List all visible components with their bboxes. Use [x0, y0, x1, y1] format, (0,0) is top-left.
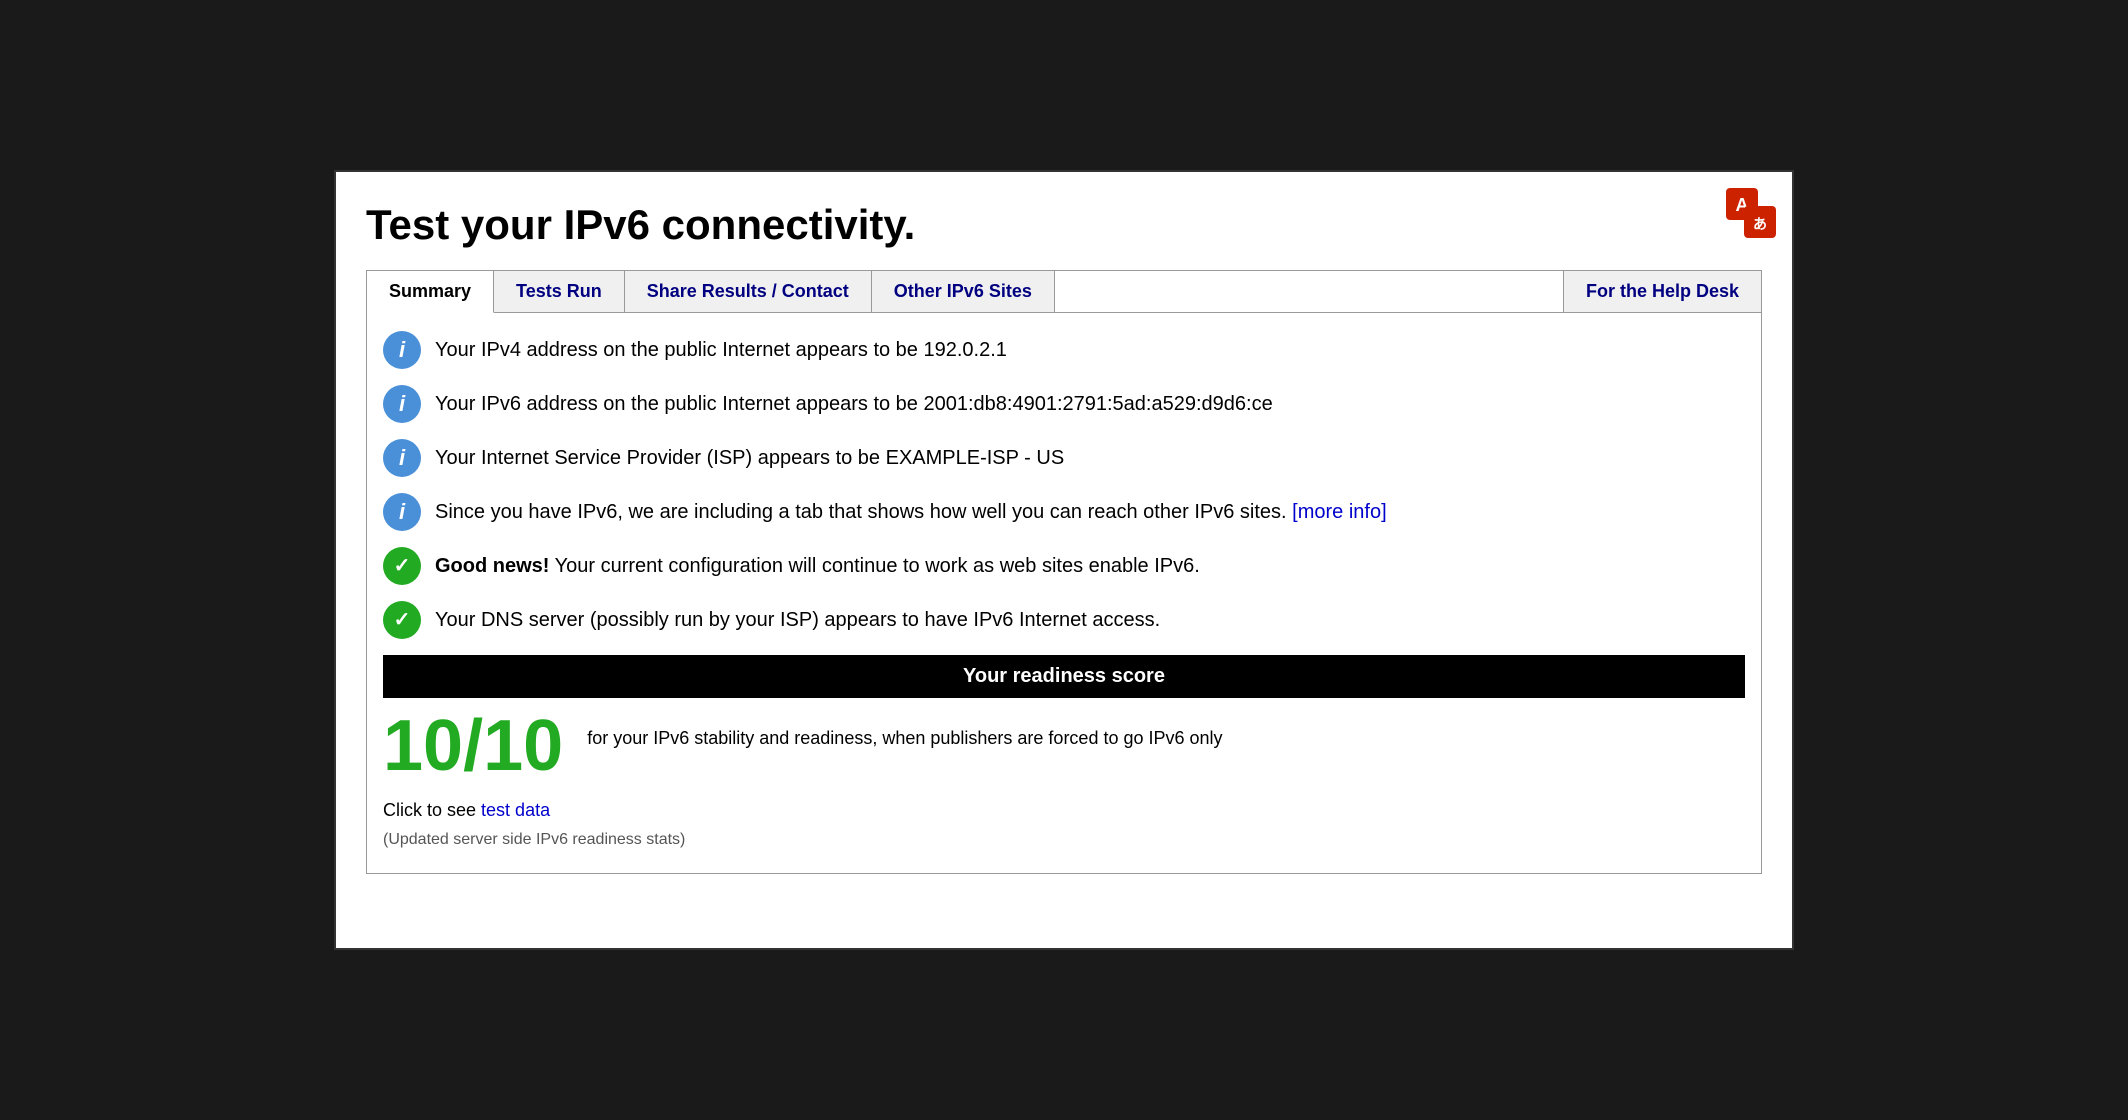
info-text-ipv4: Your IPv4 address on the public Internet… [435, 336, 1007, 364]
tab-help-desk[interactable]: For the Help Desk [1564, 271, 1761, 312]
check-icon: ✓ [383, 547, 421, 585]
more-info-link[interactable]: [more info] [1292, 501, 1386, 523]
tab-tests-run[interactable]: Tests Run [494, 271, 625, 312]
list-item: i Your IPv4 address on the public Intern… [383, 331, 1745, 369]
info-text-good-news: Good news! Your current configuration wi… [435, 552, 1200, 580]
list-item: i Your IPv6 address on the public Intern… [383, 385, 1745, 423]
main-window: A あ Test your IPv6 connectivity. Summary… [334, 170, 1794, 950]
tab-other-ipv6[interactable]: Other IPv6 Sites [872, 271, 1055, 312]
test-data-link[interactable]: test data [481, 800, 550, 820]
info-icon: i [383, 331, 421, 369]
tab-share-results[interactable]: Share Results / Contact [625, 271, 872, 312]
tab-summary[interactable]: Summary [367, 271, 494, 313]
test-data-link-row: Click to see test data [383, 800, 1745, 821]
list-item: i Your Internet Service Provider (ISP) a… [383, 439, 1745, 477]
info-icon: i [383, 439, 421, 477]
info-text-ipv6: Your IPv6 address on the public Internet… [435, 390, 1273, 418]
info-text-ipv6-tab: Since you have IPv6, we are including a … [435, 498, 1387, 526]
score-description: for your IPv6 stability and readiness, w… [587, 710, 1222, 751]
tab-spacer [1055, 271, 1564, 312]
readiness-score-bar: Your readiness score [383, 655, 1745, 698]
info-icon: i [383, 493, 421, 531]
tabs-container: Summary Tests Run Share Results / Contac… [366, 270, 1762, 313]
score-number: 10/10 [383, 710, 563, 782]
check-icon: ✓ [383, 601, 421, 639]
info-text-dns: Your DNS server (possibly run by your IS… [435, 606, 1160, 634]
page-title: Test your IPv6 connectivity. [366, 202, 1762, 248]
info-icon: i [383, 385, 421, 423]
content-area: i Your IPv4 address on the public Intern… [366, 313, 1762, 874]
list-item: ✓ Your DNS server (possibly run by your … [383, 601, 1745, 639]
list-item: i Since you have IPv6, we are including … [383, 493, 1745, 531]
list-item: ✓ Good news! Your current configuration … [383, 547, 1745, 585]
svg-text:あ: あ [1753, 216, 1767, 232]
info-text-isp: Your Internet Service Provider (ISP) app… [435, 444, 1064, 472]
score-section: 10/10 for your IPv6 stability and readin… [383, 698, 1745, 782]
updated-stats-text: (Updated server side IPv6 readiness stat… [383, 831, 1745, 849]
translate-icon[interactable]: A あ [1724, 186, 1778, 245]
